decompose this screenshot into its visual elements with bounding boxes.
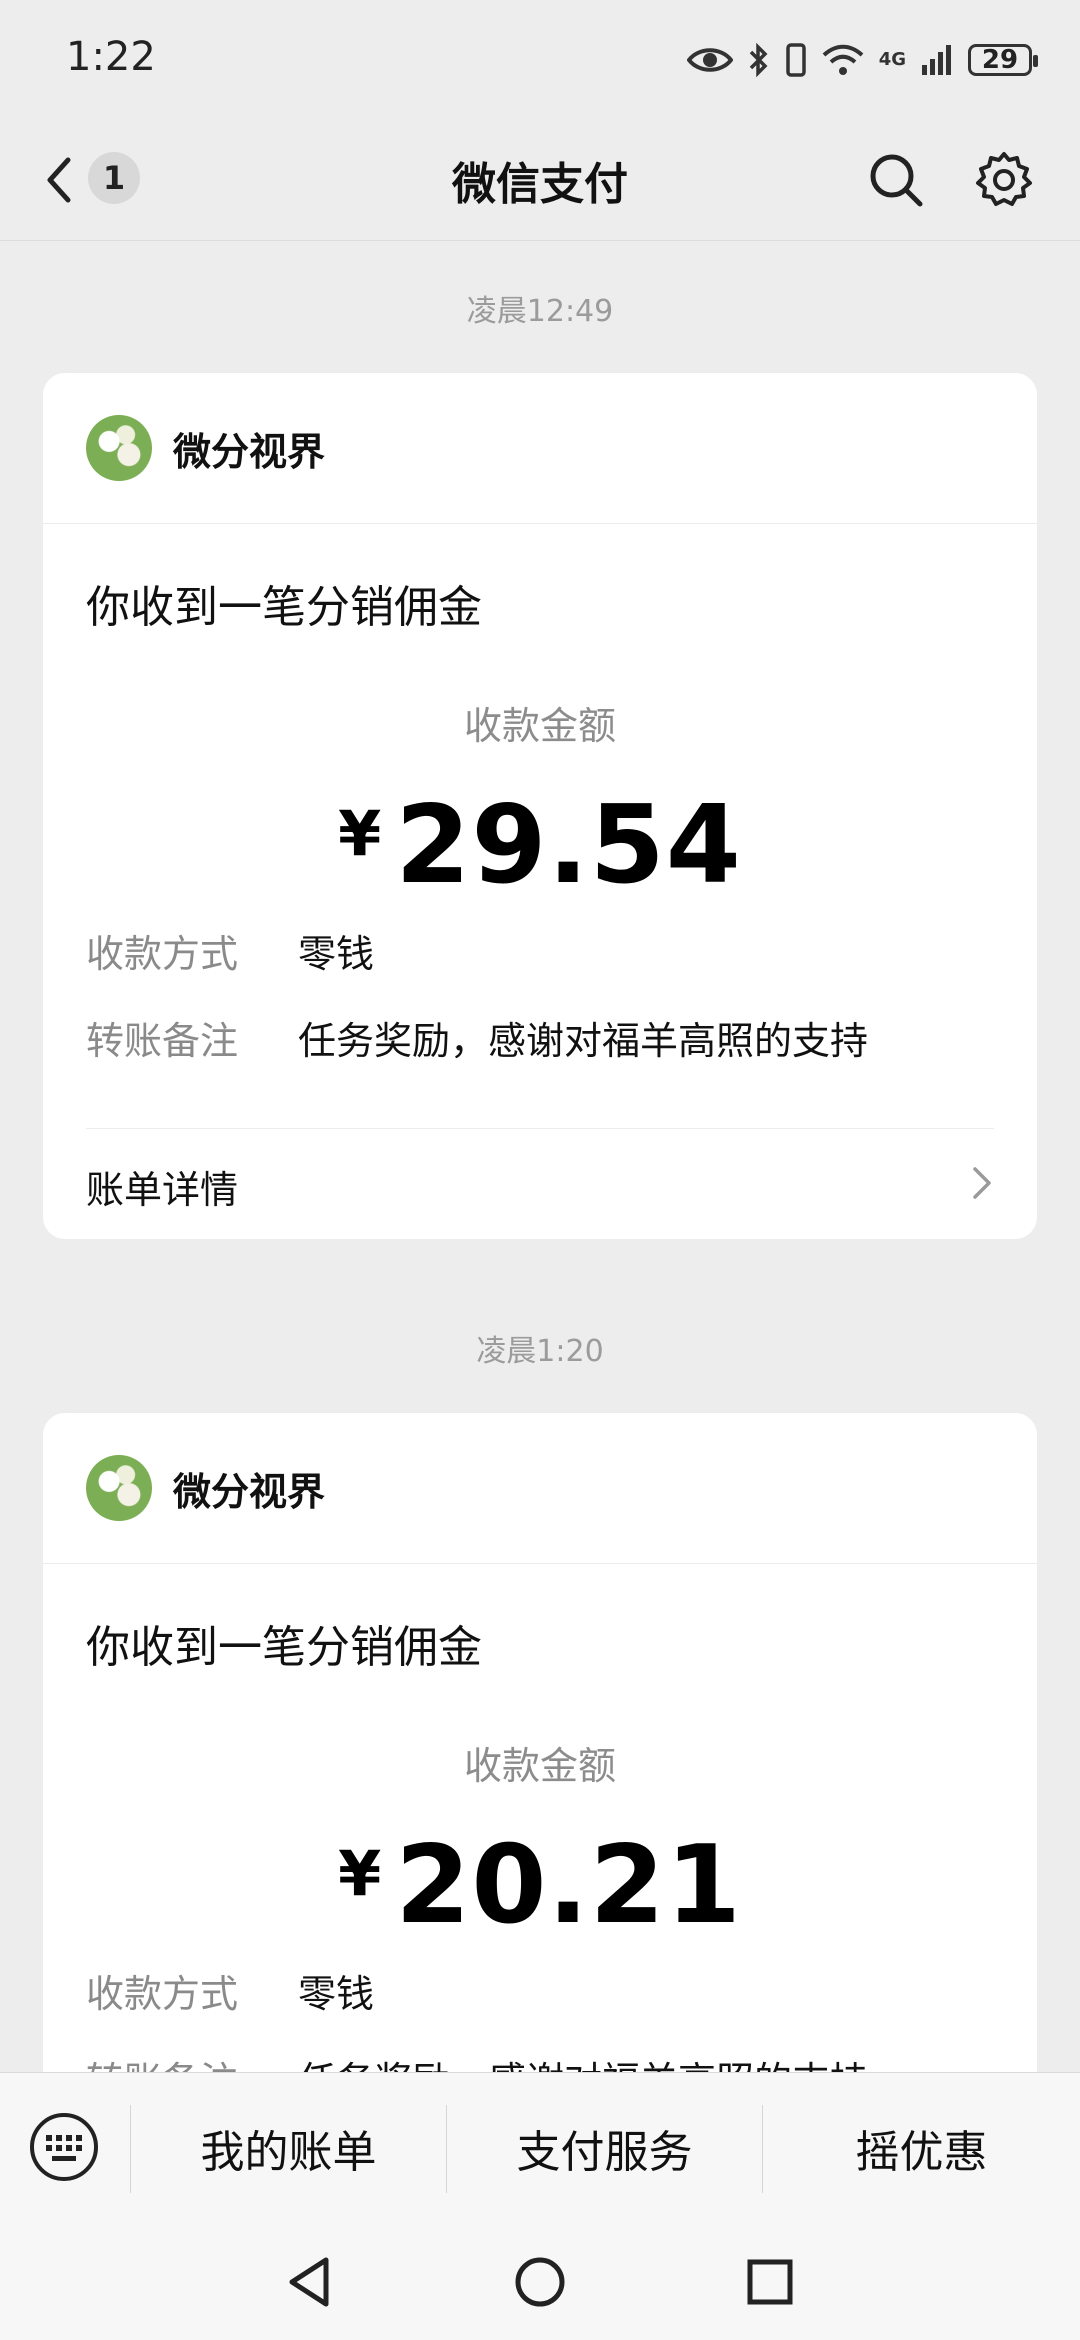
amount: ¥20.21 bbox=[43, 1823, 1037, 1948]
status-bar: 1:22 4G 29 bbox=[0, 0, 1080, 120]
vibrate-icon bbox=[785, 43, 806, 77]
method-label: 收款方式 bbox=[86, 932, 239, 976]
battery-indicator: 29 bbox=[968, 44, 1038, 76]
search-icon[interactable] bbox=[866, 150, 926, 210]
payment-card[interactable]: 微分视界 你收到一笔分销佣金 收款金额 ¥29.54 收款方式 零钱 转账备注 任务… bbox=[43, 373, 1037, 1239]
payment-card[interactable]: 微分视界 你收到一笔分销佣金 收款金额 ¥20.21 收款方式零钱 转账备注任务… bbox=[43, 1413, 1037, 2173]
notice-title: 你收到一笔分销佣金 bbox=[86, 1622, 482, 1673]
avatar[interactable] bbox=[86, 1455, 152, 1521]
method-row: 收款方式 零钱 bbox=[86, 1963, 374, 2018]
bluetooth-icon bbox=[749, 42, 768, 78]
amount-label: 收款金额 bbox=[463, 1744, 616, 1788]
header: 1 微信支付 bbox=[0, 120, 1080, 241]
bottom-menu: 我的账单 支付服务 摇优惠 bbox=[0, 2072, 1080, 2223]
nav-back-icon[interactable] bbox=[278, 2250, 342, 2314]
merchant-name: 微分视界 bbox=[173, 1470, 326, 1514]
message-timestamp: 凌晨1:20 bbox=[476, 1334, 604, 1369]
currency-symbol: ¥ bbox=[338, 797, 382, 870]
gear-icon[interactable] bbox=[974, 150, 1034, 210]
message-timestamp: 凌晨12:49 bbox=[466, 294, 614, 329]
remark-label: 转账备注 bbox=[86, 1019, 239, 1063]
menu-payment-services[interactable]: 支付服务 bbox=[447, 2073, 762, 2223]
nav-recents-icon[interactable] bbox=[738, 2250, 802, 2314]
system-nav-bar bbox=[0, 2222, 1080, 2340]
chevron-right-icon[interactable] bbox=[967, 1163, 997, 1203]
amount-label: 收款金额 bbox=[463, 704, 616, 748]
keyboard-icon[interactable] bbox=[28, 2111, 100, 2183]
status-icons: 4G 29 bbox=[686, 36, 1038, 84]
status-time: 1:22 bbox=[66, 34, 156, 80]
method-label: 收款方式 bbox=[86, 1972, 239, 2016]
menu-shake-deals[interactable]: 摇优惠 bbox=[763, 2073, 1080, 2223]
remark-value: 任务奖励，感谢对福羊高照的支持 bbox=[298, 1019, 869, 1063]
method-value: 零钱 bbox=[298, 932, 375, 976]
remark-row: 转账备注 任务奖励，感谢对福羊高照的支持 bbox=[86, 1010, 868, 1065]
avatar[interactable] bbox=[86, 415, 152, 481]
card-header[interactable]: 微分视界 bbox=[43, 373, 1037, 524]
card-header[interactable]: 微分视界 bbox=[43, 1413, 1037, 1564]
network-type: 4G bbox=[878, 49, 906, 70]
eye-icon bbox=[686, 48, 733, 72]
merchant-name: 微分视界 bbox=[173, 430, 326, 474]
method-row: 收款方式 零钱 bbox=[86, 923, 374, 978]
menu-my-bills[interactable]: 我的账单 bbox=[131, 2073, 446, 2223]
signal-icon bbox=[922, 45, 951, 75]
divider bbox=[86, 1128, 994, 1129]
notice-title: 你收到一笔分销佣金 bbox=[86, 582, 482, 633]
amount-value: 20.21 bbox=[395, 1823, 742, 1948]
bill-detail-link[interactable]: 账单详情 bbox=[86, 1159, 238, 1214]
currency-symbol: ¥ bbox=[338, 1837, 382, 1910]
amount: ¥29.54 bbox=[43, 783, 1037, 908]
wifi-icon bbox=[822, 44, 864, 75]
method-value: 零钱 bbox=[298, 1972, 375, 2016]
amount-value: 29.54 bbox=[395, 783, 742, 908]
nav-home-icon[interactable] bbox=[508, 2250, 572, 2314]
